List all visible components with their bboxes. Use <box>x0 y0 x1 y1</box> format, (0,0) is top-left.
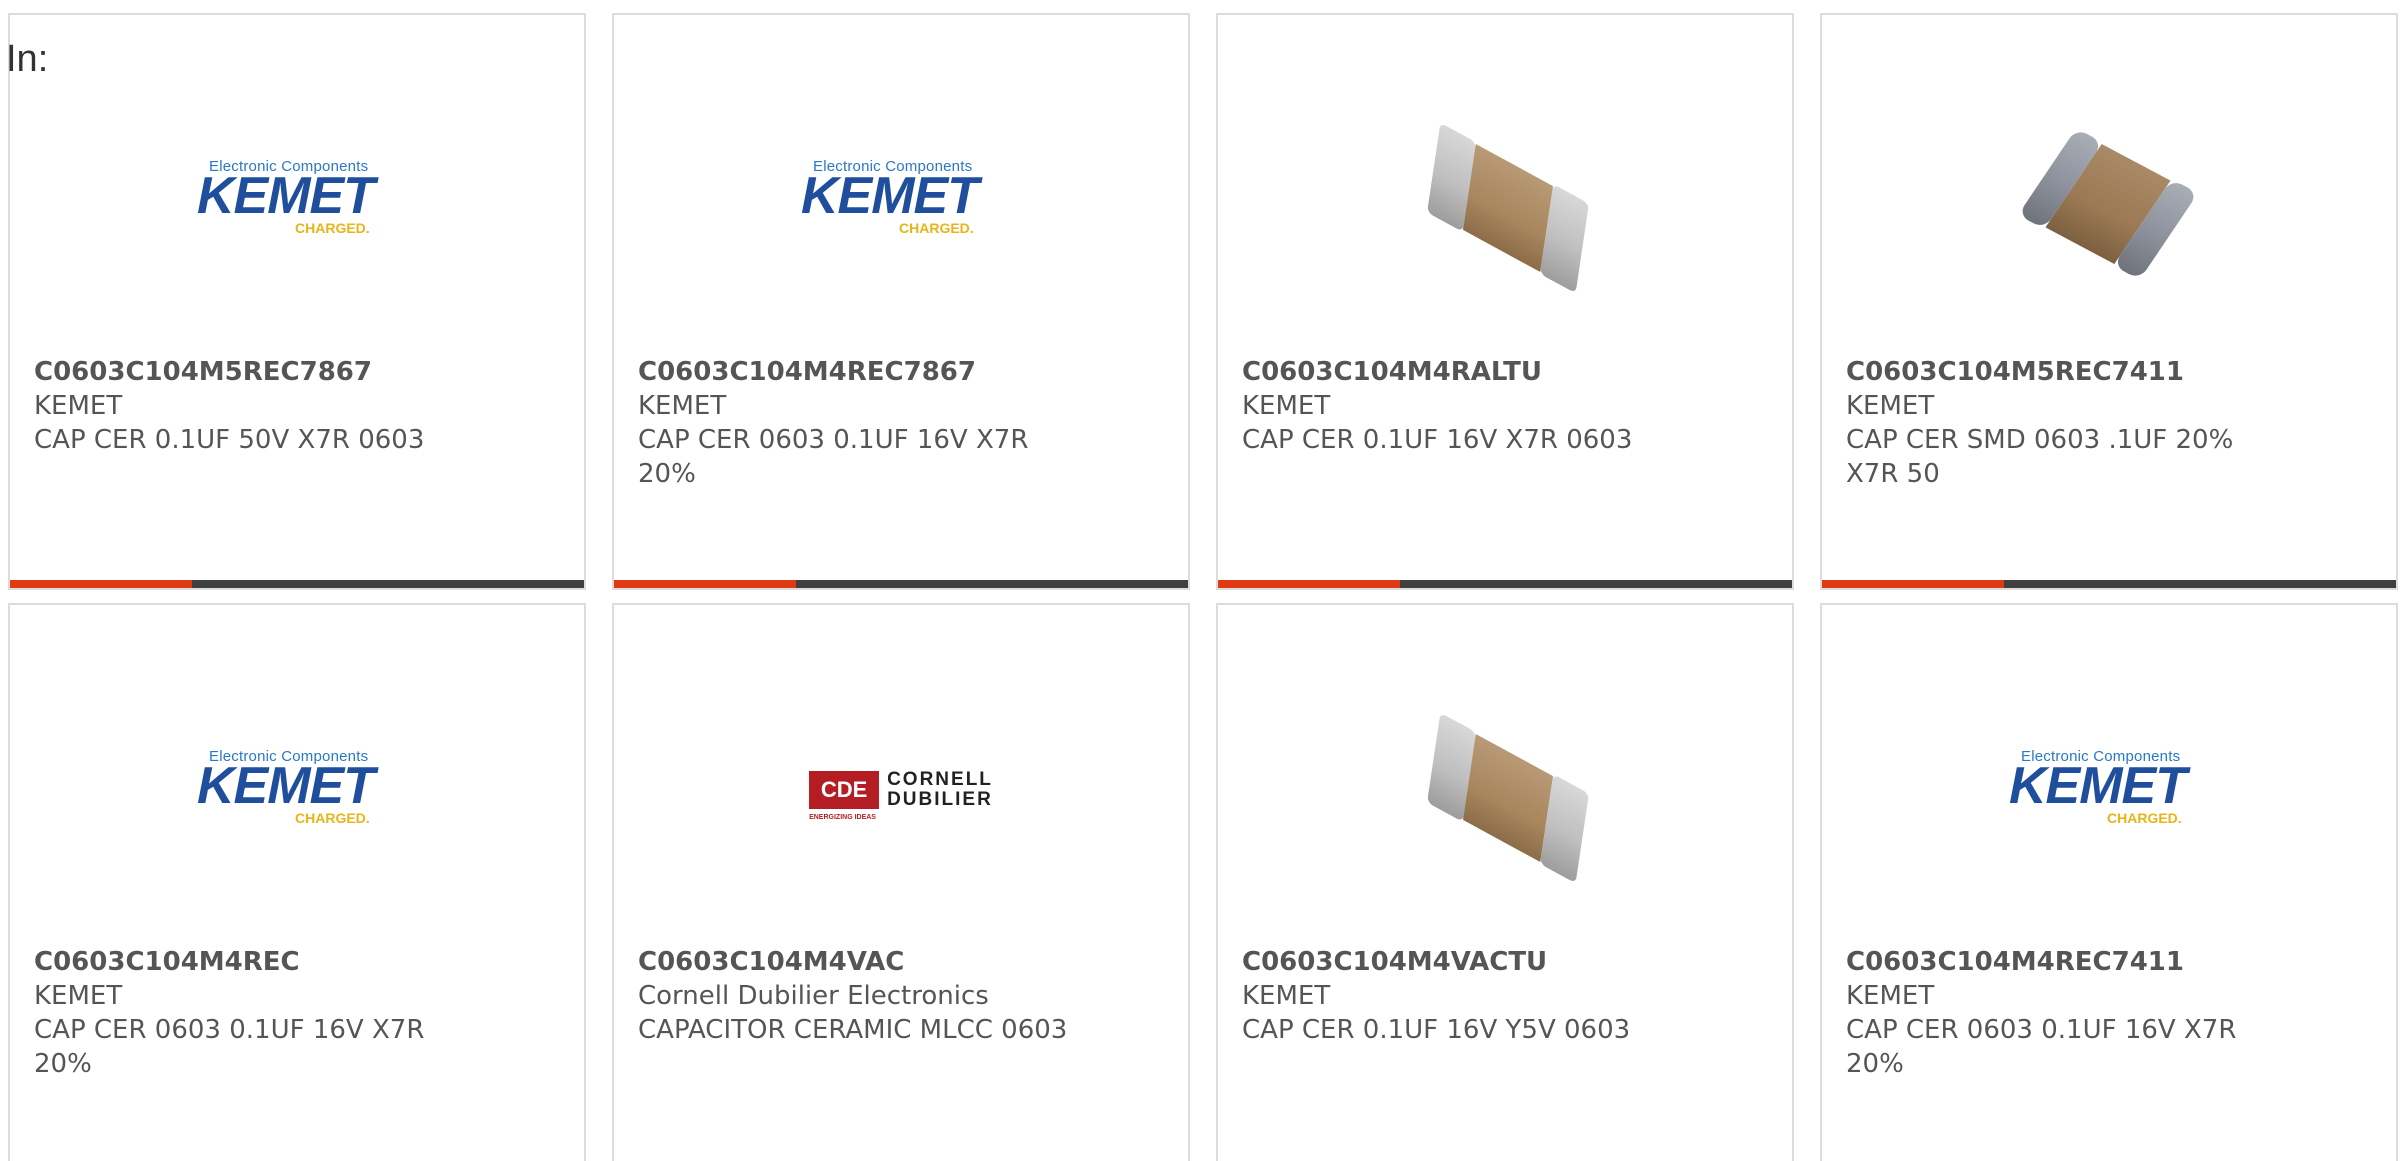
part-number[interactable]: C0603C104M4RALTU <box>1242 355 1672 389</box>
card-footer-bar <box>614 580 1188 588</box>
manufacturer: KEMET <box>1242 981 1331 1011</box>
description: CAP CER 0603 0.1UF 16V X7R 20% <box>34 1015 425 1079</box>
product-image <box>1822 70 2396 330</box>
part-number[interactable]: C0603C104M4VACTU <box>1242 945 1672 979</box>
product-image <box>1218 70 1792 330</box>
cornell-dubilier-logo-icon: CDE ENERGIZING IDEAS CORNELL DUBILIER <box>809 769 993 821</box>
product-card[interactable]: C0603C104M4VACTU KEMET CAP CER 0.1UF 16V… <box>1216 603 1794 1161</box>
manufacturer: KEMET <box>34 391 123 421</box>
product-image: Electronic Components KEMET CHARGED. <box>1822 660 2396 920</box>
kemet-logo-icon: Electronic Components KEMET CHARGED. <box>2009 748 2187 826</box>
product-card[interactable]: CDE ENERGIZING IDEAS CORNELL DUBILIER C06… <box>612 603 1190 1161</box>
kemet-logo-icon: Electronic Components KEMET CHARGED. <box>801 158 979 236</box>
product-card[interactable]: Electronic Components KEMET CHARGED. C06… <box>8 603 586 1161</box>
card-accent <box>10 580 192 588</box>
manufacturer: KEMET <box>1242 391 1331 421</box>
card-accent <box>1218 580 1400 588</box>
manufacturer: KEMET <box>1846 391 1935 421</box>
product-card[interactable]: Electronic Components KEMET CHARGED. C06… <box>612 13 1190 590</box>
part-number[interactable]: C0603C104M5REC7867 <box>34 355 464 389</box>
part-number[interactable]: C0603C104M4REC <box>34 945 464 979</box>
product-image <box>1218 660 1792 920</box>
description: CAP CER 0.1UF 16V Y5V 0603 <box>1242 1015 1631 1045</box>
description: CAP CER SMD 0603 .1UF 20% X7R 50 <box>1846 425 2234 489</box>
card-accent <box>614 580 796 588</box>
chip-capacitor-icon <box>2009 100 2209 300</box>
description: CAP CER 0.1UF 16V X7R 0603 <box>1242 425 1633 455</box>
part-number[interactable]: C0603C104M4VAC <box>638 945 1068 979</box>
product-image: Electronic Components KEMET CHARGED. <box>614 70 1188 330</box>
kemet-logo-icon: Electronic Components KEMET CHARGED. <box>197 158 375 236</box>
part-number[interactable]: C0603C104M4REC7867 <box>638 355 1068 389</box>
manufacturer: KEMET <box>1846 981 1935 1011</box>
card-accent <box>1822 580 2004 588</box>
chip-capacitor-icon <box>1405 100 1605 300</box>
product-results-page: In: Electronic Components KEMET CHARGED.… <box>0 0 2400 1161</box>
part-number[interactable]: C0603C104M4REC7411 <box>1846 945 2276 979</box>
product-card[interactable]: C0603C104M4RALTU KEMET CAP CER 0.1UF 16V… <box>1216 13 1794 590</box>
card-footer-bar <box>1822 580 2396 588</box>
description: CAP CER 0603 0.1UF 16V X7R 20% <box>1846 1015 2237 1079</box>
part-number[interactable]: C0603C104M5REC7411 <box>1846 355 2276 389</box>
product-card[interactable]: Electronic Components KEMET CHARGED. C06… <box>1820 603 2398 1161</box>
description: CAP CER 0603 0.1UF 16V X7R 20% <box>638 425 1029 489</box>
manufacturer: KEMET <box>34 981 123 1011</box>
description: CAPACITOR CERAMIC MLCC 0603 <box>638 1015 1068 1045</box>
product-card[interactable]: Electronic Components KEMET CHARGED. C06… <box>8 13 586 590</box>
description: CAP CER 0.1UF 50V X7R 0603 <box>34 425 425 455</box>
card-footer-bar <box>1218 580 1792 588</box>
filter-label: In: <box>6 38 49 80</box>
product-image: Electronic Components KEMET CHARGED. <box>10 70 584 330</box>
manufacturer: KEMET <box>638 391 727 421</box>
card-footer-bar <box>10 580 584 588</box>
chip-capacitor-icon <box>1405 690 1605 890</box>
manufacturer: Cornell Dubilier Electronics <box>638 981 989 1011</box>
product-image: CDE ENERGIZING IDEAS CORNELL DUBILIER <box>614 660 1188 920</box>
product-image: Electronic Components KEMET CHARGED. <box>10 660 584 920</box>
product-card[interactable]: C0603C104M5REC7411 KEMET CAP CER SMD 060… <box>1820 13 2398 590</box>
kemet-logo-icon: Electronic Components KEMET CHARGED. <box>197 748 375 826</box>
